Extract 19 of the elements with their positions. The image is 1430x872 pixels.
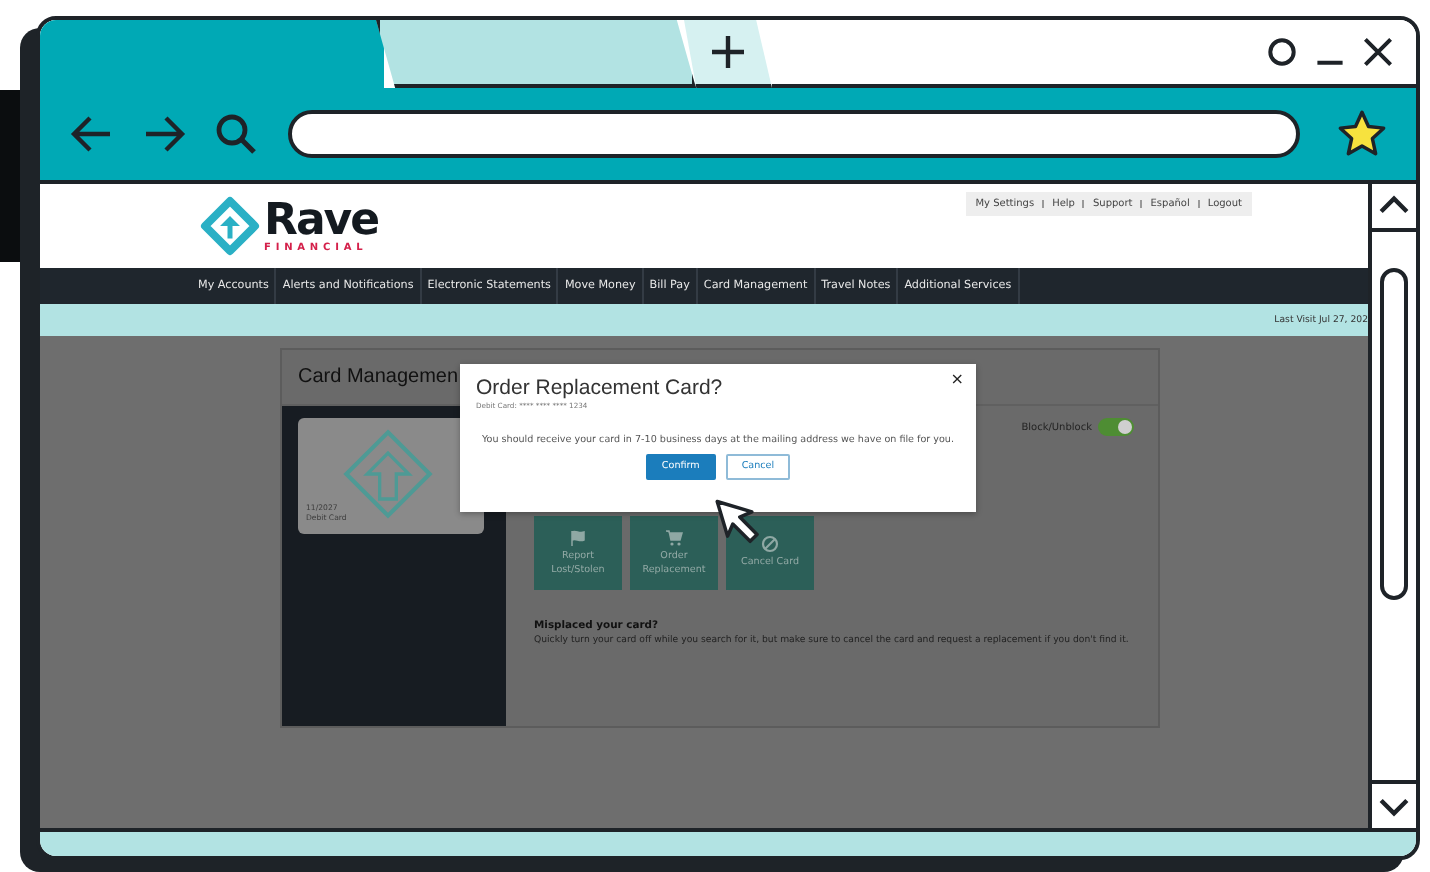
cart-icon bbox=[664, 528, 684, 549]
flag-icon bbox=[568, 528, 588, 549]
close-button[interactable]: × bbox=[950, 372, 964, 388]
logo-icon bbox=[200, 196, 260, 256]
maximize-icon[interactable] bbox=[1264, 34, 1300, 70]
scrollbar[interactable] bbox=[1368, 184, 1416, 828]
logo-name: Rave bbox=[264, 199, 379, 243]
block-toggle[interactable] bbox=[1098, 418, 1134, 436]
plus-icon bbox=[708, 32, 748, 72]
panel-title: Card Managemen bbox=[298, 366, 459, 388]
scroll-thumb[interactable] bbox=[1380, 268, 1408, 600]
prohibited-icon bbox=[760, 534, 780, 555]
new-tab-button[interactable] bbox=[684, 20, 772, 88]
address-bar[interactable] bbox=[288, 110, 1300, 158]
browser-tab[interactable] bbox=[376, 20, 696, 88]
search-icon[interactable] bbox=[212, 110, 260, 158]
star-icon[interactable] bbox=[1336, 108, 1388, 160]
modal-title: Order Replacement Card? bbox=[476, 376, 723, 400]
close-icon[interactable] bbox=[1360, 34, 1396, 70]
